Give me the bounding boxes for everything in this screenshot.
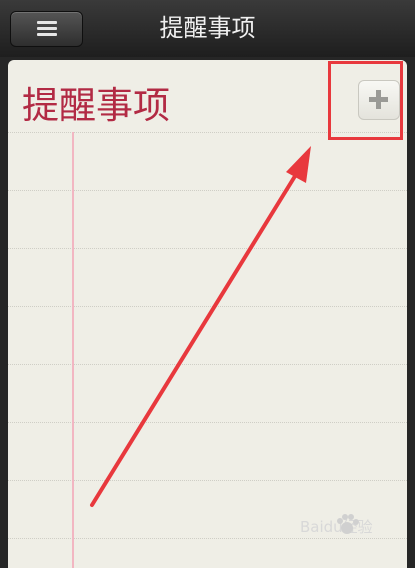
annotation-arrow [90,146,311,507]
watermark: Baidu经验 [300,514,373,537]
paw-icon [337,514,359,534]
